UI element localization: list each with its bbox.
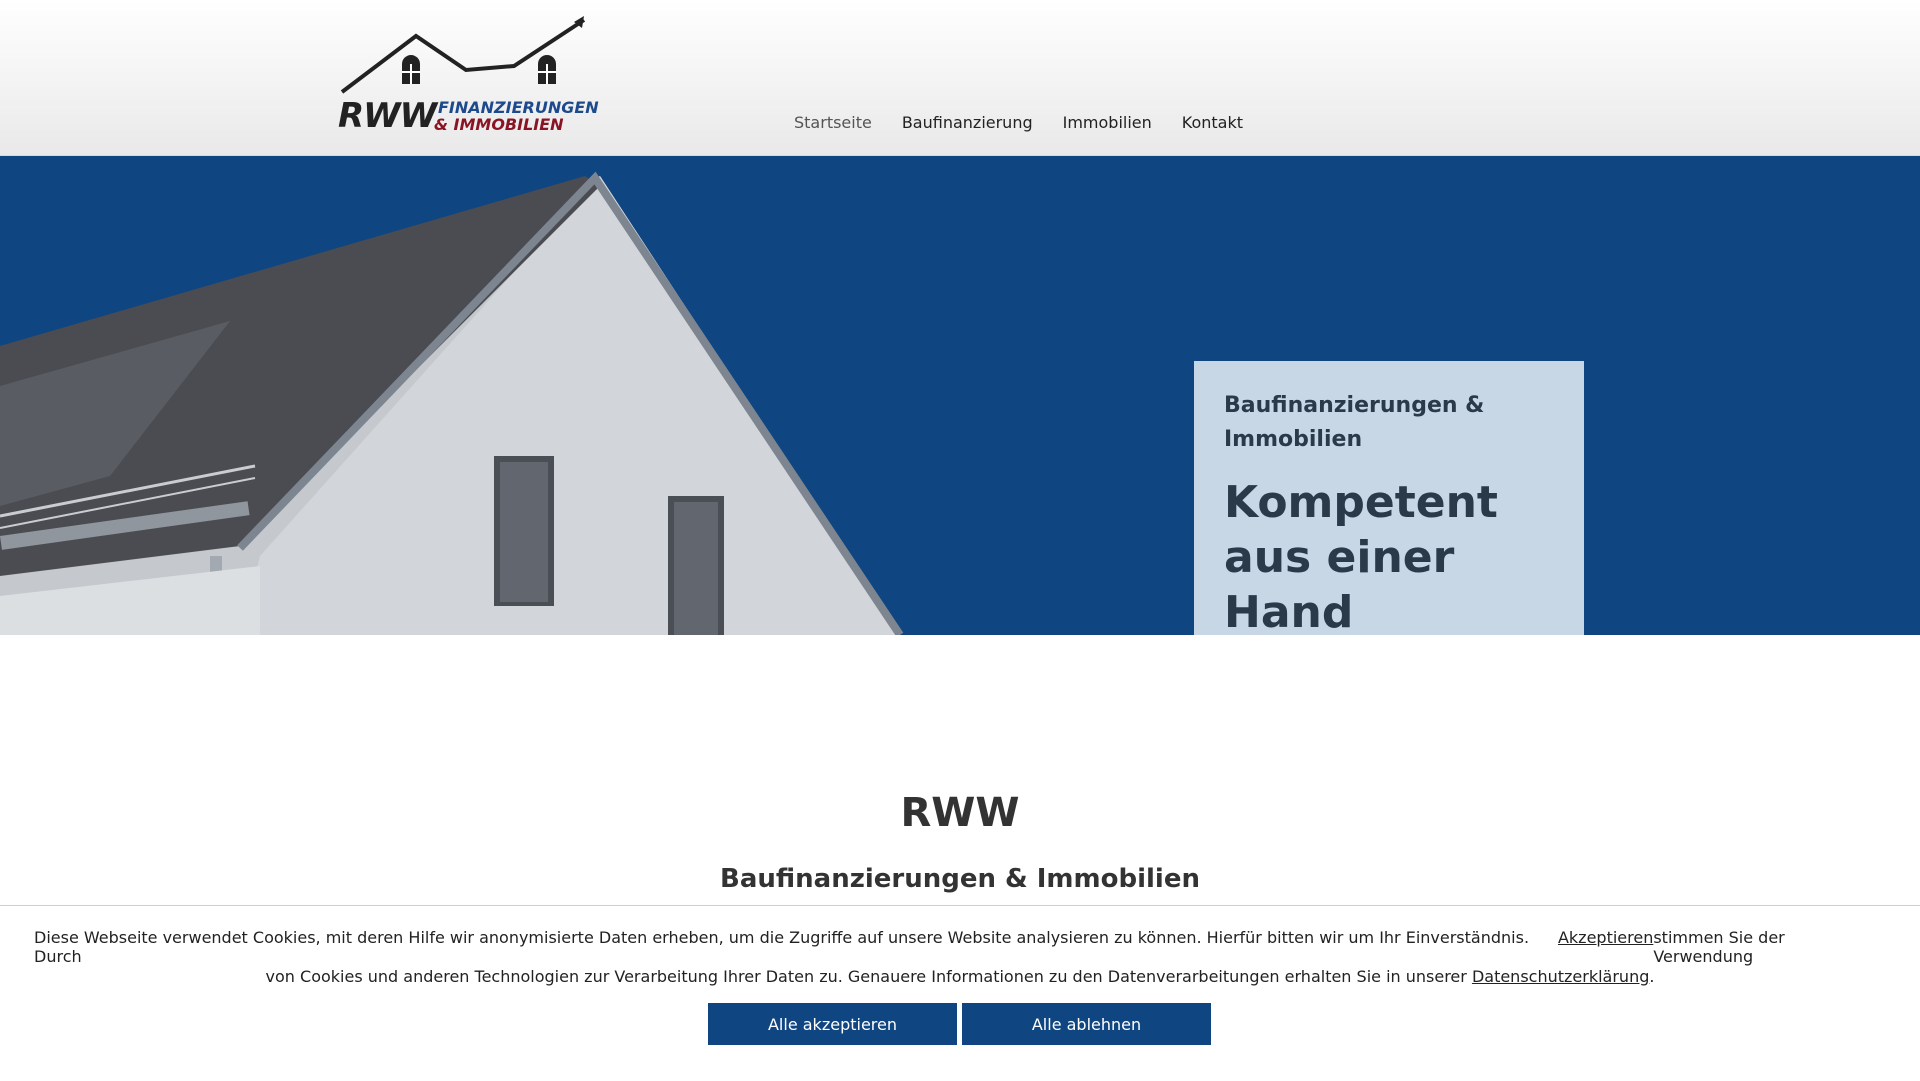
hero-card: Baufinanzierungen & Immobilien Kompetent… [1194, 361, 1584, 635]
logo-immobilien-text[interactable]: & IMMOBILIEN [434, 116, 564, 134]
cookie-accept-link[interactable]: Akzeptieren [1558, 928, 1653, 966]
cookie-text-line2: von Cookies und anderen Technologien zur… [0, 967, 1920, 986]
cookie-banner: Diese Webseite verwendet Cookies, mit de… [0, 905, 1920, 1081]
house-gable-image [0, 171, 904, 635]
hero-banner: Baufinanzierungen & Immobilien Kompetent… [0, 156, 1920, 635]
hero-title: Kompetent aus einer Hand [1224, 477, 1498, 635]
nav-item-baufinanzierung[interactable]: Baufinanzierung [902, 113, 1033, 132]
nav-item-kontakt[interactable]: Kontakt [1182, 113, 1243, 132]
cookie-text-part2: stimmen Sie der Verwendung [1653, 928, 1785, 966]
cookie-text-line1: Diese Webseite verwendet Cookies, mit de… [34, 928, 1886, 966]
nav-item-immobilien[interactable]: Immobilien [1063, 113, 1152, 132]
page-subtitle: Baufinanzierungen & Immobilien [720, 864, 1200, 894]
nav-item-startseite[interactable]: Startseite [794, 113, 872, 132]
hero-subtitle: Baufinanzierungen & Immobilien [1224, 393, 1485, 452]
site-header: RWW FINANZIERUNGEN & IMMOBILIEN Startsei… [0, 0, 1920, 156]
privacy-policy-link[interactable]: Datenschutzerklärung [1472, 967, 1649, 986]
page-title: RWW [900, 790, 1020, 836]
accept-all-button[interactable]: Alle akzeptieren [708, 1003, 957, 1045]
cookie-text-part1: Diese Webseite verwendet Cookies, mit de… [34, 928, 1530, 966]
main-navigation: Startseite Baufinanzierung Immobilien Ko… [794, 113, 1243, 132]
logo-rww-text[interactable]: RWW [338, 96, 437, 136]
cookie-text-end: . [1649, 967, 1655, 986]
cookie-text-part3: von Cookies und anderen Technologien zur… [265, 967, 1467, 986]
decline-all-button[interactable]: Alle ablehnen [962, 1003, 1211, 1045]
